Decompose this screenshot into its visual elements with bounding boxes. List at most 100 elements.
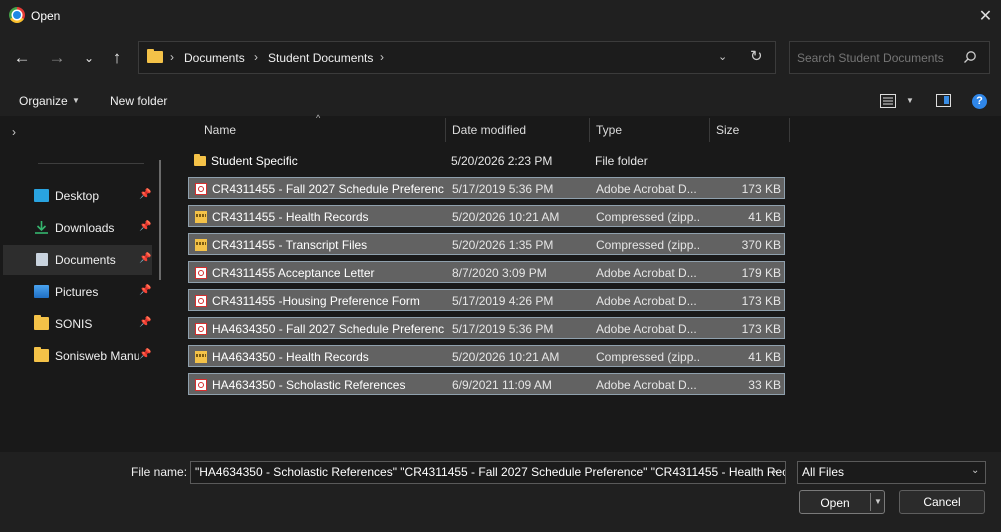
pdf-icon [195,183,207,195]
close-button[interactable]: ✕ [970,0,1001,32]
file-type: Adobe Acrobat D... [596,294,697,308]
column-divider[interactable] [589,118,590,142]
column-divider[interactable] [709,118,710,142]
file-type: Compressed (zipp... [596,350,701,364]
breadcrumb-separator[interactable]: › [254,50,258,64]
pin-icon[interactable]: 📌 [139,285,151,296]
file-size: 33 KB [748,378,781,392]
pdf-icon [195,379,207,391]
pin-icon[interactable]: 📌 [139,349,151,360]
back-button[interactable]: ← [9,45,35,71]
sidebar-item-sonisweb-manu[interactable]: Sonisweb Manu 📌 [3,341,152,371]
file-type: Adobe Acrobat D... [596,378,697,392]
column-header-name[interactable]: Name [204,123,236,137]
file-name-input[interactable]: "HA4634350 - Scholastic References" "CR4… [190,461,786,484]
file-type: Adobe Acrobat D... [596,266,697,280]
preview-pane-icon[interactable] [936,94,951,107]
folder-icon [34,315,49,330]
chevron-down-icon[interactable]: ⌄ [770,465,778,476]
view-options-icon[interactable] [880,94,896,108]
chevron-right-icon[interactable]: › [12,125,16,139]
file-size: 41 KB [748,210,781,224]
file-row[interactable]: CR4311455 -Housing Preference Form 5/17/… [188,289,785,311]
pin-icon[interactable]: 📌 [139,189,151,200]
file-row[interactable]: HA4634350 - Health Records 5/20/2026 10:… [188,345,785,367]
column-header-type[interactable]: Type [596,123,622,137]
file-date: 5/20/2026 1:35 PM [452,238,554,252]
sidebar-item-desktop[interactable]: Desktop 📌 [3,181,152,211]
zip-folder-icon [195,351,207,363]
breadcrumb-separator[interactable]: › [380,50,384,64]
sidebar-item-label: Sonisweb Manu [55,349,139,363]
file-row[interactable]: HA4634350 - Fall 2027 Schedule Preferenc… [188,317,785,339]
up-button[interactable]: ↑ [104,45,130,71]
breadcrumb-student-documents[interactable]: Student Documents [268,51,373,65]
file-date: 5/20/2026 10:21 AM [452,210,560,224]
cancel-button[interactable]: Cancel [899,490,985,514]
file-name-label: File name: [131,465,188,479]
file-row[interactable]: CR4311455 - Transcript Files 5/20/2026 1… [188,233,785,255]
file-name: CR4311455 - Transcript Files [212,238,368,252]
address-history-dropdown[interactable]: ⌄ [718,50,727,63]
chevron-down-icon[interactable]: ⌄ [971,465,979,476]
sidebar-scrollbar[interactable] [159,160,161,280]
file-size: 173 KB [741,294,781,308]
sidebar-item-downloads[interactable]: Downloads 📌 [3,213,152,243]
folder-icon [194,154,206,166]
open-button-label[interactable]: Open [800,496,870,510]
sidebar-item-sonis[interactable]: SONIS 📌 [3,309,152,339]
recent-locations-button[interactable]: ⌄ [76,45,102,71]
file-row[interactable]: CR4311455 - Health Records 5/20/2026 10:… [188,205,785,227]
forward-button[interactable]: → [44,45,70,71]
pin-icon[interactable]: 📌 [139,253,151,264]
sidebar-item-label: SONIS [55,317,93,331]
file-date: 5/20/2026 10:21 AM [452,350,560,364]
file-name: Student Specific [211,154,298,168]
column-header-date-modified[interactable]: Date modified [452,123,526,137]
chrome-icon [9,7,25,23]
window-title: Open [31,9,61,23]
file-name: HA4634350 - Health Records [212,350,369,364]
file-size: 370 KB [741,238,781,252]
file-type: Adobe Acrobat D... [596,322,697,336]
open-button[interactable]: Open ▼ [799,490,885,514]
pdf-icon [195,267,207,279]
chevron-down-icon[interactable]: ▼ [72,96,80,105]
zip-folder-icon [195,211,207,223]
title-bar [0,0,1001,32]
file-row[interactable]: CR4311455 - Fall 2027 Schedule Preferenc… [188,177,785,199]
file-date: 6/9/2021 11:09 AM [452,378,552,392]
help-icon[interactable]: ? [972,94,987,109]
sidebar-item-pictures[interactable]: Pictures 📌 [3,277,152,307]
search-input[interactable] [797,51,957,65]
file-date: 8/7/2020 3:09 PM [452,266,547,280]
organize-button[interactable]: Organize [19,94,68,108]
file-type: Adobe Acrobat D... [596,182,697,196]
column-divider[interactable] [445,118,446,142]
divider [38,163,144,164]
pin-icon[interactable]: 📌 [139,221,151,232]
breadcrumb-separator[interactable]: › [170,50,174,64]
chevron-down-icon[interactable]: ▼ [874,497,882,506]
column-divider[interactable] [789,118,790,142]
file-name: CR4311455 - Fall 2027 Schedule Preferenc… [212,182,444,196]
column-header-size[interactable]: Size [716,123,739,137]
refresh-button[interactable]: ↻ [750,47,763,65]
file-row[interactable]: Student Specific 5/20/2026 2:23 PM File … [188,150,785,172]
new-folder-button[interactable]: New folder [110,94,167,108]
file-row[interactable]: HA4634350 - Scholastic References 6/9/20… [188,373,785,395]
chevron-down-icon[interactable]: ▼ [906,96,914,105]
sidebar-item-documents[interactable]: Documents 📌 [3,245,152,275]
search-icon[interactable] [963,50,977,64]
download-icon [35,221,48,234]
pin-icon[interactable]: 📌 [139,317,151,328]
breadcrumb-documents[interactable]: Documents [184,51,245,65]
sidebar-item-label: Desktop [55,189,100,203]
file-size: 179 KB [741,266,781,280]
file-type-select[interactable]: All Files [797,461,986,484]
file-date: 5/20/2026 2:23 PM [451,154,553,168]
file-type: Compressed (zipp... [596,210,701,224]
file-name: HA4634350 - Scholastic References [212,378,406,392]
file-date: 5/17/2019 5:36 PM [452,182,554,196]
file-row[interactable]: CR4311455 Acceptance Letter 8/7/2020 3:0… [188,261,785,283]
